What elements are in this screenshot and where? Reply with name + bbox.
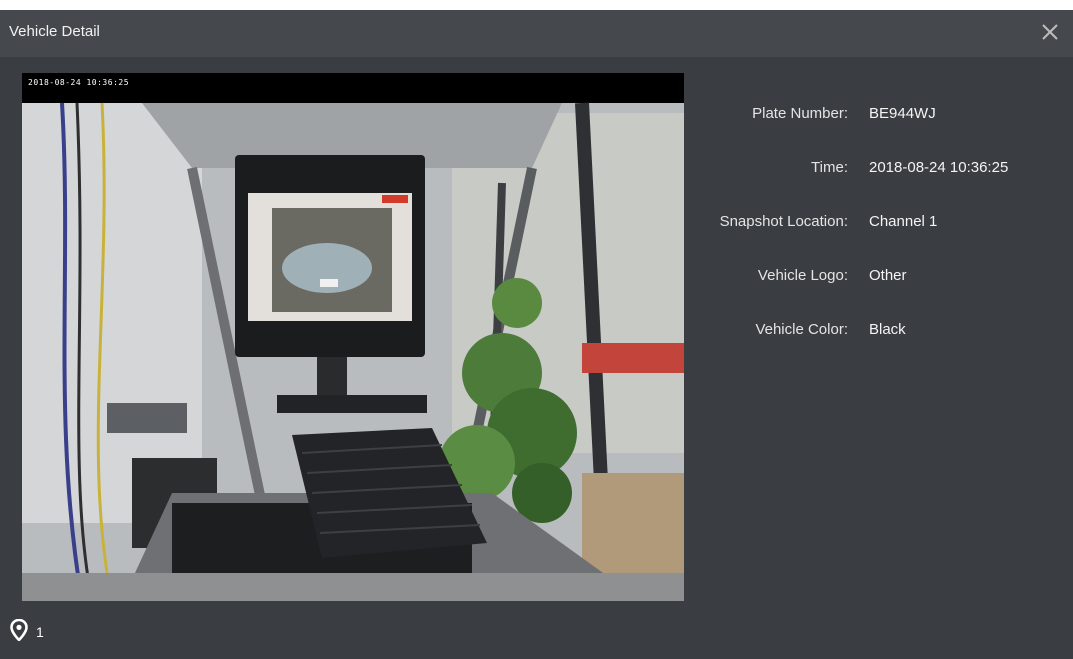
vehicle-logo-row: Vehicle Logo: Other [684, 267, 1064, 321]
vehicle-color-value: Black [869, 321, 906, 338]
close-icon[interactable] [1039, 21, 1061, 43]
time-label: Time: [811, 159, 848, 176]
plate-number-row: Plate Number: BE944WJ [684, 105, 1064, 159]
location-footer: 1 [10, 618, 44, 646]
vehicle-logo-label: Vehicle Logo: [757, 267, 848, 284]
location-count: 1 [36, 624, 44, 640]
snapshot-location-row: Snapshot Location: Channel 1 [684, 213, 1064, 267]
time-value: 2018-08-24 10:36:25 [869, 159, 1009, 176]
vehicle-logo-value: Other [869, 267, 907, 284]
plate-number-label: Plate Number: [752, 105, 848, 122]
vehicle-detail-dialog: Vehicle Detail 2018-08-24 10:36:25 Plate… [0, 10, 1073, 659]
vehicle-color-label: Vehicle Color: [755, 321, 848, 338]
vehicle-info-panel: Plate Number: BE944WJ Time: 2018-08-24 1… [684, 105, 1064, 375]
vehicle-snapshot-image: 2018-08-24 10:36:25 [22, 73, 684, 601]
plate-number-value: BE944WJ [869, 105, 936, 122]
time-row: Time: 2018-08-24 10:36:25 [684, 159, 1064, 213]
snapshot-timestamp-overlay: 2018-08-24 10:36:25 [28, 78, 130, 87]
title-bar: Vehicle Detail [0, 10, 1073, 57]
location-pin-icon[interactable] [10, 618, 28, 646]
dialog-title: Vehicle Detail [9, 23, 100, 40]
snapshot-location-value: Channel 1 [869, 213, 938, 230]
snapshot-location-label: Snapshot Location: [719, 213, 848, 230]
vehicle-color-row: Vehicle Color: Black [684, 321, 1064, 375]
